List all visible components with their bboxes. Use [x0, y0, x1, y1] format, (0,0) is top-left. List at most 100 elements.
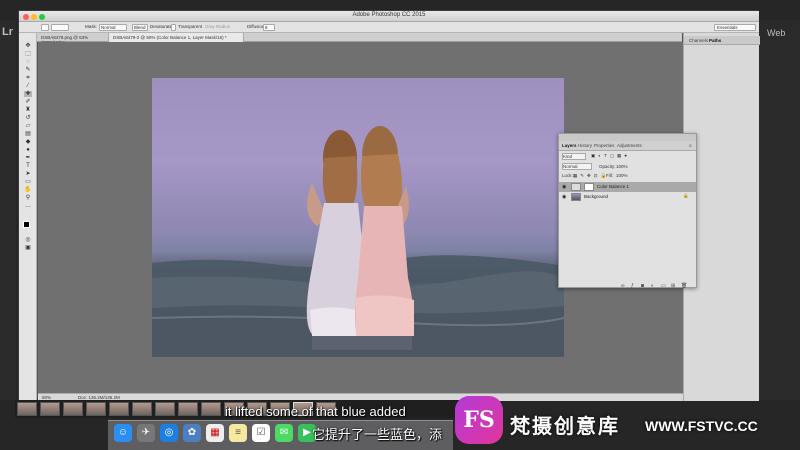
blend-label: Blend: [134, 25, 146, 30]
crop-tool-icon[interactable]: ⌗: [24, 75, 32, 81]
safari-icon[interactable]: ◎: [160, 424, 178, 442]
eyedropper-tool-icon[interactable]: ⁄: [24, 83, 32, 89]
dodge-tool-icon[interactable]: ●: [24, 147, 32, 153]
lock-icons[interactable]: ▦✎✥⊡🔒: [573, 173, 609, 179]
desaturate-label[interactable]: Desaturate: [150, 24, 172, 29]
gray-radius-label: Gray Radius: [205, 24, 231, 29]
lasso-tool-icon[interactable]: ◌: [24, 59, 32, 65]
notes-icon[interactable]: ≡: [229, 424, 247, 442]
filmstrip-thumb[interactable]: [132, 402, 152, 416]
pen-tool-icon[interactable]: ✒: [24, 155, 32, 161]
subtitle-chinese: 它提升了一些蓝色，添: [312, 427, 443, 442]
more-tools-icon[interactable]: …: [24, 203, 32, 209]
lightroom-logo: Lr: [2, 26, 13, 38]
panel-menu-icon[interactable]: ≡: [689, 143, 692, 148]
new-group-icon[interactable]: ▭: [661, 283, 666, 289]
hand-tool-icon[interactable]: ✋: [24, 187, 32, 193]
layers-panel-header[interactable]: [559, 134, 696, 141]
add-mask-icon[interactable]: ◙: [641, 283, 644, 289]
lightroom-web-module[interactable]: Web: [767, 28, 785, 38]
opacity-value[interactable]: 100%: [616, 164, 628, 169]
filmstrip-thumb[interactable]: [109, 402, 129, 416]
layer-mask-thumbnail[interactable]: [584, 183, 594, 191]
layer-row-color-balance[interactable]: ◉ Color Balance 1: [559, 182, 696, 192]
workspace-switcher[interactable]: Essentials: [714, 24, 756, 31]
reminders-icon[interactable]: ☑: [252, 424, 270, 442]
filmstrip-thumb[interactable]: [63, 402, 83, 416]
filmstrip-thumb[interactable]: [201, 402, 221, 416]
path-select-tool-icon[interactable]: ➤: [24, 171, 32, 177]
photoshop-window: Adobe Photoshop CC 2015 Mask: Normal Ble…: [18, 10, 760, 401]
layers-panel: Layers History Properties Adjustments ≡ …: [558, 133, 697, 289]
messages-icon[interactable]: ✉: [275, 424, 293, 442]
diffusion-value: 8: [265, 25, 268, 30]
tab-adjustments[interactable]: Adjustments: [617, 143, 642, 148]
eye-icon[interactable]: ◉: [562, 194, 566, 200]
document-tab-1[interactable]: DSBA8479.png @ 53% (RGB/16*) *: [37, 33, 109, 45]
screen-mode-icon[interactable]: ▣: [24, 245, 32, 251]
photo-artwork: [152, 126, 564, 357]
type-tool-icon[interactable]: T: [24, 163, 32, 169]
brush-mode-buttons[interactable]: [51, 24, 69, 31]
quick-mask-icon[interactable]: ◎: [24, 237, 32, 243]
move-tool-icon[interactable]: ✥: [24, 43, 32, 49]
tab-paths[interactable]: Paths: [709, 38, 721, 43]
clone-stamp-tool-icon[interactable]: ♜: [24, 107, 32, 113]
lightroom-left-panel: [0, 20, 16, 400]
tab-channels[interactable]: Channels: [689, 38, 708, 43]
eye-icon[interactable]: ◉: [562, 184, 566, 190]
delete-layer-icon[interactable]: 🗑: [681, 283, 687, 289]
new-adjustment-icon[interactable]: ◐: [651, 283, 654, 289]
mask-select[interactable]: Normal: [99, 24, 127, 31]
new-layer-icon[interactable]: ⊞: [671, 283, 675, 289]
layer-row-background[interactable]: ◉ Background 🔒: [559, 192, 696, 202]
layer-thumbnail: [571, 193, 581, 201]
blend-button[interactable]: Blend: [132, 24, 148, 31]
gradient-tool-icon[interactable]: ▤: [24, 131, 32, 137]
filmstrip-thumb[interactable]: [40, 402, 60, 416]
lock-label: Lock:: [562, 173, 573, 178]
shape-tool-icon[interactable]: ▭: [24, 179, 32, 185]
blur-tool-icon[interactable]: ◆: [24, 139, 32, 145]
quick-select-tool-icon[interactable]: ✎: [24, 67, 32, 73]
tool-preset-picker[interactable]: [41, 24, 49, 31]
blend-mode-select[interactable]: Normal: [562, 163, 592, 170]
fill-value[interactable]: 100%: [616, 173, 628, 178]
tab-layers[interactable]: Layers: [562, 143, 577, 148]
history-brush-tool-icon[interactable]: ↺: [24, 115, 32, 121]
link-layers-icon[interactable]: ∞: [621, 283, 625, 289]
marquee-tool-icon[interactable]: ⬚: [24, 51, 32, 57]
launchpad-icon[interactable]: ✈: [137, 424, 155, 442]
diffusion-label: Diffusion: [247, 24, 265, 29]
screen: Lr Web Adobe Photoshop CC 2015 Mask: Nor…: [0, 0, 800, 450]
tools-panel: ✥ ⬚ ◌ ✎ ⌗ ⁄ ✚ ✐ ♜ ↺ ▱ ▤ ◆ ● ✒ T ➤ ▭ ✋ ⚲ …: [19, 33, 37, 401]
tab-history[interactable]: History: [578, 143, 592, 148]
brush-tool-icon[interactable]: ✐: [24, 99, 32, 105]
fill-label: Fill:: [606, 173, 613, 178]
zoom-tool-icon[interactable]: ⚲: [24, 195, 32, 201]
transparent-checkbox[interactable]: [171, 24, 176, 31]
foreground-color-swatch[interactable]: [23, 221, 30, 228]
document-tab-2-label: DSBA8479-2 @ 50% (Color Balance 1, Layer…: [113, 35, 227, 40]
finder-icon[interactable]: ☺: [114, 424, 132, 442]
healing-tool-icon[interactable]: ✚: [24, 91, 32, 97]
filmstrip-thumb[interactable]: [155, 402, 175, 416]
opacity-label: Opacity:: [599, 164, 616, 169]
eraser-tool-icon[interactable]: ▱: [24, 123, 32, 129]
document-image[interactable]: [152, 78, 564, 357]
lightroom-right-panel: [758, 20, 800, 400]
filmstrip-thumb[interactable]: [178, 402, 198, 416]
filmstrip-thumb[interactable]: [17, 402, 37, 416]
watermark-brand: 梵摄创意库: [510, 416, 620, 438]
layer-filter-icons[interactable]: ▣◐T▢▦●: [591, 153, 630, 159]
window-titlebar: Adobe Photoshop CC 2015: [19, 11, 759, 22]
add-style-icon[interactable]: ƒ: [631, 283, 634, 289]
document-tab-2[interactable]: DSBA8479-2 @ 50% (Color Balance 1, Layer…: [109, 33, 244, 42]
layer-filter-select[interactable]: Kind: [562, 153, 586, 160]
calendar-icon[interactable]: ▦: [206, 424, 224, 442]
photos-icon[interactable]: ✿: [183, 424, 201, 442]
filmstrip-thumb[interactable]: [86, 402, 106, 416]
tab-properties[interactable]: Properties: [594, 143, 615, 148]
diffusion-input[interactable]: 8: [263, 24, 275, 31]
lock-icon: 🔒: [683, 193, 689, 198]
